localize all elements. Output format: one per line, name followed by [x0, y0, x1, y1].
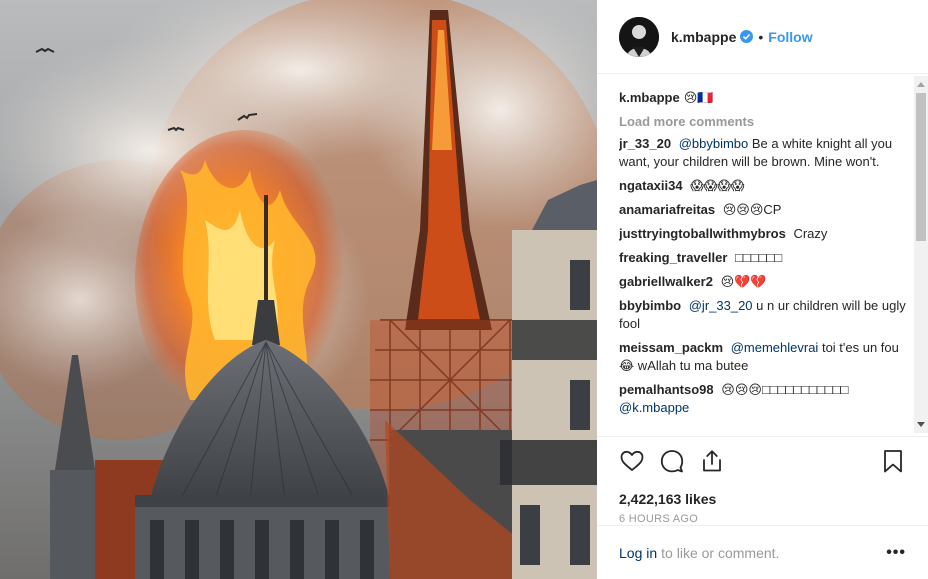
comment-username[interactable]: justtryingtoballwithmybros — [619, 226, 786, 241]
comment-username[interactable]: pemalhantso98 — [619, 382, 714, 397]
comment-item: meissam_packm @memehlevrai toi t'es un f… — [619, 339, 909, 375]
login-link[interactable]: Log in — [619, 545, 657, 561]
cathedral-fire-image — [0, 0, 597, 579]
comment-username[interactable]: bbybimbo — [619, 298, 681, 313]
post-actions: 2,422,163 likes 6 HOURS AGO — [597, 436, 928, 525]
comment-username[interactable]: meissam_packm — [619, 340, 723, 355]
caption: k.mbappe 😢🇫🇷 — [619, 89, 909, 107]
comment-text: Crazy — [793, 226, 828, 241]
comments-list[interactable]: k.mbappe 😢🇫🇷 Load more comments jr_33_20 … — [619, 76, 909, 436]
avatar[interactable] — [619, 16, 659, 57]
scroll-up-arrow-icon[interactable] — [917, 82, 925, 87]
comment-item: justtryingtoballwithmybros Crazy — [619, 225, 909, 243]
comment-text: 😢😢😢CP — [722, 202, 782, 217]
share-icon[interactable] — [699, 448, 725, 474]
comment-item: bbybimbo @jr_33_20 u n ur children will … — [619, 297, 909, 333]
post-side-panel: k.mbappe • Follow k.mbappe 😢🇫🇷 Load more … — [597, 0, 928, 579]
comments-scrollbar[interactable] — [914, 76, 928, 433]
comment-item: ngataxii34 😱😱😱😱 — [619, 177, 909, 195]
avatar-image — [619, 16, 659, 57]
comment-username[interactable]: anamariafreitas — [619, 202, 715, 217]
comment-username[interactable]: jr_33_20 — [619, 136, 671, 151]
comment-text: □□□□□□ — [735, 250, 783, 265]
post-photo[interactable] — [0, 0, 597, 579]
comment-item: gabriellwalker2 😢💔💔 — [619, 273, 909, 291]
more-options-icon[interactable]: ••• — [886, 544, 906, 562]
comment-username[interactable]: gabriellwalker2 — [619, 274, 713, 289]
instagram-post: k.mbappe • Follow k.mbappe 😢🇫🇷 Load more … — [0, 0, 928, 579]
scroll-down-arrow-icon[interactable] — [917, 422, 925, 427]
heart-icon[interactable] — [619, 448, 645, 474]
login-prompt-text: to like or comment. — [661, 544, 780, 561]
comment-item: jr_33_20 @bbybimbo Be a white knight all… — [619, 135, 909, 171]
caption-text: 😢🇫🇷 — [683, 90, 714, 105]
comment-text: 😱😱😱😱 — [690, 178, 745, 193]
login-footer: Log in to like or comment. ••• — [597, 525, 928, 579]
header-username[interactable]: k.mbappe — [671, 29, 736, 45]
action-icons-row — [619, 448, 906, 474]
comment-mention[interactable]: @jr_33_20 — [689, 298, 753, 313]
likes-count[interactable]: 2,422,163 likes — [619, 491, 906, 507]
comment-mention[interactable]: @bbybimbo — [679, 136, 749, 151]
bookmark-icon[interactable] — [880, 448, 906, 474]
comment-mention[interactable]: @k.mbappe — [619, 400, 689, 415]
load-more-comments-button[interactable]: Load more comments — [619, 114, 909, 129]
post-timestamp[interactable]: 6 HOURS AGO — [619, 513, 906, 525]
comment-bubble-icon[interactable] — [659, 448, 685, 474]
header-separator: • — [758, 28, 764, 45]
comment-text: 😢💔💔 — [720, 274, 767, 289]
verified-badge-icon — [740, 30, 754, 43]
caption-username[interactable]: k.mbappe — [619, 90, 680, 105]
post-header: k.mbappe • Follow — [597, 0, 928, 74]
comment-username[interactable]: ngataxii34 — [619, 178, 683, 193]
comment-username[interactable]: freaking_traveller — [619, 250, 727, 265]
follow-button[interactable]: Follow — [768, 29, 812, 45]
comment-text: 😢😢😢□□□□□□□□□□□ — [721, 382, 849, 397]
comment-item: freaking_traveller □□□□□□ — [619, 249, 909, 267]
scrollbar-thumb[interactable] — [916, 93, 926, 241]
comment-item: anamariafreitas 😢😢😢CP — [619, 201, 909, 219]
comment-item: pemalhantso98 😢😢😢□□□□□□□□□□□ @k.mbappe — [619, 381, 909, 417]
comment-mention[interactable]: @memehlevrai — [731, 340, 819, 355]
